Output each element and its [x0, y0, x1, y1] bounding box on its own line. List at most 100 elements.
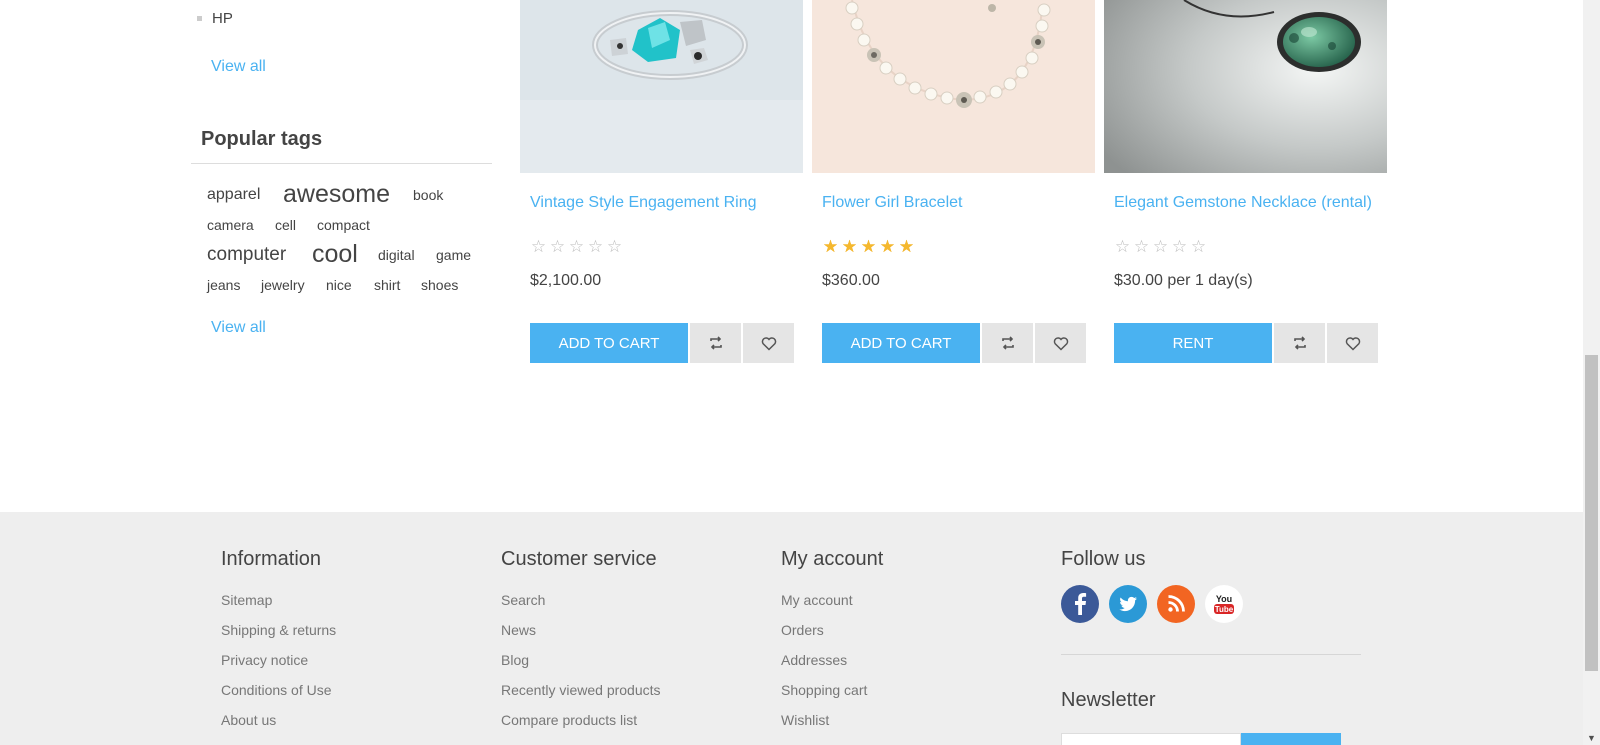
footer-link-shopping-cart[interactable]: Shopping cart: [781, 681, 883, 711]
view-all-tags-link[interactable]: View all: [211, 319, 266, 337]
newsletter-email-input[interactable]: [1061, 733, 1241, 745]
star-empty-icon: ☆: [587, 237, 604, 256]
product-price: $360.00: [822, 272, 880, 289]
add-to-wishlist-button[interactable]: [1327, 323, 1378, 363]
product-image[interactable]: [520, 0, 803, 173]
product-title[interactable]: Elegant Gemstone Necklace (rental): [1114, 193, 1379, 213]
view-all-manufacturers-link[interactable]: View all: [211, 58, 266, 76]
star-filled-icon: ★: [879, 237, 896, 256]
product-rating: ★ ★ ★ ★ ★: [822, 238, 915, 256]
social-links: You Tube: [1061, 585, 1243, 623]
product-rating: ☆ ☆ ☆ ☆ ☆: [530, 238, 623, 256]
footer-link-privacy-notice[interactable]: Privacy notice: [221, 651, 336, 681]
scroll-down-arrow-icon[interactable]: ▼: [1587, 733, 1596, 743]
footer-link-search[interactable]: Search: [501, 591, 661, 621]
footer-link-conditions-of-use[interactable]: Conditions of Use: [221, 681, 336, 711]
tag-compact[interactable]: compact: [317, 217, 370, 233]
product-price: $30.00 per 1 day(s): [1114, 272, 1253, 289]
footer-link-blog[interactable]: Blog: [501, 651, 661, 681]
subscribe-button[interactable]: SUBSCRIBE: [1241, 733, 1341, 745]
add-to-wishlist-button[interactable]: [743, 323, 794, 363]
footer-link-shipping-returns[interactable]: Shipping & returns: [221, 621, 336, 651]
add-to-cart-button[interactable]: ADD TO CART: [530, 323, 688, 363]
svg-text:You: You: [1216, 594, 1232, 604]
star-empty-icon: ☆: [1152, 237, 1169, 256]
footer-link-about-us[interactable]: About us: [221, 711, 336, 741]
footer-link-wishlist[interactable]: Wishlist: [781, 711, 883, 741]
tag-game[interactable]: game: [436, 247, 471, 263]
newsletter-title: Newsletter: [1061, 689, 1156, 711]
star-empty-icon: ☆: [530, 237, 547, 256]
footer-link-orders[interactable]: Orders: [781, 621, 883, 651]
manufacturer-label[interactable]: HP: [212, 10, 233, 27]
tag-cell[interactable]: cell: [275, 217, 296, 233]
add-to-compare-button[interactable]: [690, 323, 741, 363]
heart-icon: [761, 336, 776, 351]
twitter-icon[interactable]: [1109, 585, 1147, 623]
tag-computer[interactable]: computer: [207, 244, 286, 266]
facebook-icon[interactable]: [1061, 585, 1099, 623]
footer-link-my-account[interactable]: My account: [781, 591, 883, 621]
star-filled-icon: ★: [841, 237, 858, 256]
star-empty-icon: ☆: [606, 237, 623, 256]
footer-information-title: Information: [221, 548, 322, 570]
add-to-wishlist-button[interactable]: [1035, 323, 1086, 363]
star-filled-icon: ★: [898, 237, 915, 256]
tag-jewelry[interactable]: jewelry: [261, 277, 305, 293]
footer-my-account-title: My account: [781, 548, 884, 570]
tag-camera[interactable]: camera: [207, 217, 254, 233]
footer-link-addresses[interactable]: Addresses: [781, 651, 883, 681]
add-to-cart-button[interactable]: ADD TO CART: [822, 323, 980, 363]
star-empty-icon: ☆: [1114, 237, 1131, 256]
svg-text:Tube: Tube: [1215, 605, 1234, 614]
footer-link-news[interactable]: News: [501, 621, 661, 651]
footer-information: Information Sitemap Shipping & returns P…: [221, 548, 336, 741]
scrollbar-thumb[interactable]: [1585, 355, 1598, 671]
tag-book[interactable]: book: [413, 187, 443, 203]
star-empty-icon: ☆: [1190, 237, 1207, 256]
tag-shoes[interactable]: shoes: [421, 277, 458, 293]
add-to-compare-button[interactable]: [982, 323, 1033, 363]
star-filled-icon: ★: [860, 237, 877, 256]
star-filled-icon: ★: [822, 237, 839, 256]
rent-button[interactable]: RENT: [1114, 323, 1272, 363]
tag-cool[interactable]: cool: [312, 240, 358, 269]
footer-link-recently-viewed[interactable]: Recently viewed products: [501, 681, 661, 711]
footer-customer-service-title: Customer service: [501, 548, 657, 570]
add-to-compare-button[interactable]: [1274, 323, 1325, 363]
product-price: $2,100.00: [530, 272, 602, 289]
compare-icon: [1293, 336, 1306, 350]
follow-divider: [1061, 654, 1361, 655]
popular-tags-title: Popular tags: [201, 128, 323, 150]
compare-icon: [709, 336, 722, 350]
footer: Information Sitemap Shipping & returns P…: [0, 512, 1583, 745]
heart-icon: [1345, 336, 1360, 351]
tags-divider: [191, 163, 492, 164]
tag-awesome[interactable]: awesome: [283, 180, 390, 209]
footer-my-account: My account My account Orders Addresses S…: [781, 548, 883, 741]
tag-nice[interactable]: nice: [326, 277, 352, 293]
vertical-scrollbar[interactable]: ▼: [1583, 0, 1600, 745]
footer-follow-us-title: Follow us: [1061, 548, 1146, 570]
product-image[interactable]: [1104, 0, 1387, 173]
tag-jeans[interactable]: jeans: [207, 277, 240, 293]
tag-shirt[interactable]: shirt: [374, 277, 400, 293]
product-image[interactable]: [812, 0, 1095, 173]
product-title[interactable]: Flower Girl Bracelet: [822, 193, 1087, 213]
star-empty-icon: ☆: [1133, 237, 1150, 256]
footer-follow-us: Follow us YouTube Newsletter SUBSCRIBE: [1061, 548, 1371, 745]
bullet-icon: [197, 16, 202, 21]
product-title[interactable]: Vintage Style Engagement Ring: [530, 193, 795, 213]
youtube-icon[interactable]: You Tube: [1205, 585, 1243, 623]
footer-link-compare-list[interactable]: Compare products list: [501, 711, 661, 741]
star-empty-icon: ☆: [568, 237, 585, 256]
rss-icon[interactable]: [1157, 585, 1195, 623]
product-rating: ☆ ☆ ☆ ☆ ☆: [1114, 238, 1207, 256]
star-empty-icon: ☆: [1171, 237, 1188, 256]
manufacturer-item[interactable]: HP: [197, 10, 233, 27]
star-empty-icon: ☆: [549, 237, 566, 256]
footer-link-sitemap[interactable]: Sitemap: [221, 591, 336, 621]
tag-apparel[interactable]: apparel: [207, 186, 260, 204]
tag-digital[interactable]: digital: [378, 247, 415, 263]
compare-icon: [1001, 336, 1014, 350]
